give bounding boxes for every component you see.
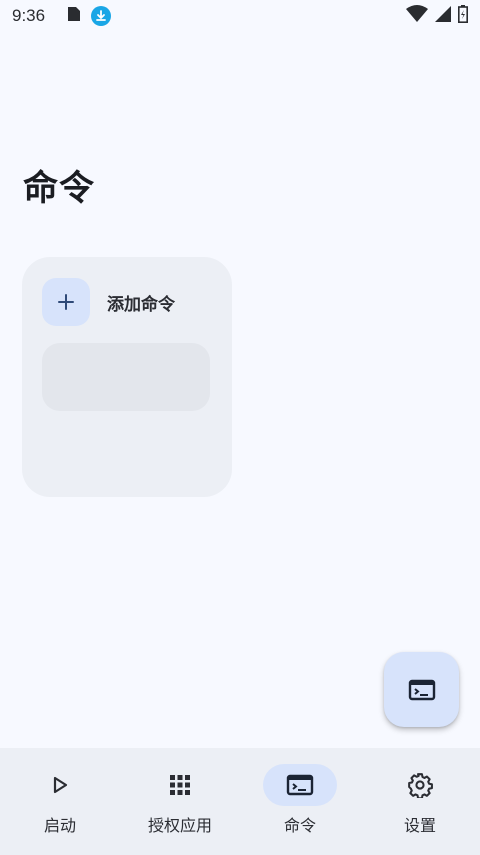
wifi-icon: [406, 4, 428, 28]
nav-label: 命令: [283, 816, 316, 835]
nav-item-commands[interactable]: 命令: [240, 748, 360, 855]
nav-item-launch[interactable]: 启动: [0, 748, 120, 855]
nav-label: 启动: [43, 816, 76, 835]
download-icon: [91, 6, 112, 26]
status-time: 9:36: [12, 6, 46, 25]
command-card: 添加命令: [22, 257, 232, 497]
bottom-navigation: 启动 授权应用 命令 设置: [0, 748, 480, 855]
nav-item-authorized-apps[interactable]: 授权应用: [120, 748, 240, 855]
page-title: 命令: [23, 169, 96, 209]
play-icon: [53, 776, 68, 794]
nav-label: 设置: [403, 816, 436, 835]
nav-icon-container: [383, 764, 457, 806]
sim-card-icon: [67, 6, 81, 27]
signal-icon: [434, 5, 452, 28]
command-placeholder: [42, 343, 210, 411]
nav-icon-container: [143, 764, 217, 806]
add-command-label: 添加命令: [107, 294, 175, 315]
battery-icon: [458, 4, 468, 28]
nav-icon-container: [263, 764, 337, 806]
plus-icon: [58, 294, 74, 310]
add-command-row[interactable]: 添加命令: [42, 278, 175, 326]
nav-label: 授权应用: [147, 816, 212, 835]
terminal-icon: [286, 774, 314, 796]
terminal-fab-button[interactable]: [384, 652, 459, 727]
nav-icon-container: [23, 764, 97, 806]
nav-item-settings[interactable]: 设置: [360, 748, 480, 855]
add-command-button[interactable]: [42, 278, 90, 326]
gear-icon: [408, 773, 433, 798]
apps-grid-icon: [170, 775, 190, 795]
status-bar: 9:36: [0, 0, 480, 32]
terminal-icon: [408, 679, 435, 700]
